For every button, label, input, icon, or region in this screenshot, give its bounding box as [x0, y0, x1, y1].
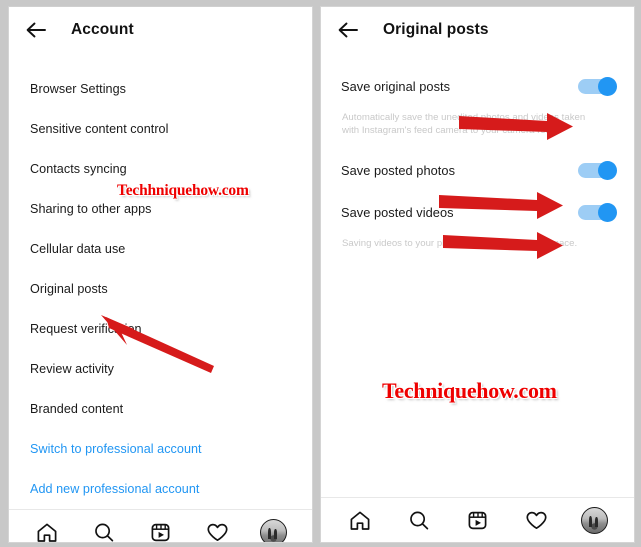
- list-item-label: Switch to professional account: [30, 442, 202, 456]
- nav-profile-avatar[interactable]: [578, 504, 612, 536]
- left-bottom-nav: [9, 509, 312, 542]
- setting-label: Save posted photos: [341, 162, 456, 178]
- list-item-label: Browser Settings: [30, 82, 126, 96]
- nav-profile-avatar[interactable]: [257, 516, 291, 542]
- list-item-label: Add new professional account: [30, 482, 200, 496]
- back-arrow-icon[interactable]: [23, 17, 49, 43]
- back-arrow-icon[interactable]: [335, 17, 361, 43]
- setting-save-original-posts[interactable]: Save original posts: [321, 67, 634, 105]
- list-item-label: Review activity: [30, 362, 115, 376]
- setting-save-posted-videos[interactable]: Save posted videos: [321, 193, 634, 231]
- account-settings-list: Browser Settings Sensitive content contr…: [9, 53, 312, 509]
- setting-label: Save posted videos: [341, 204, 454, 220]
- list-item-branded-content[interactable]: Branded content: [9, 389, 312, 429]
- nav-heart-icon[interactable]: [519, 504, 553, 536]
- toggle-knob: [598, 76, 617, 96]
- list-item-add-new-professional-account[interactable]: Add new professional account: [9, 469, 312, 509]
- setting-label: Save original posts: [341, 78, 451, 94]
- list-item-request-verification[interactable]: Request verification: [9, 309, 312, 349]
- list-item-label: Original posts: [30, 282, 108, 296]
- right-header: Original posts: [321, 7, 634, 53]
- screenshot-stage: Account Browser Settings Sensitive conte…: [0, 0, 641, 547]
- list-item-original-posts[interactable]: Original posts: [9, 269, 312, 309]
- avatar: [581, 506, 609, 534]
- right-bottom-nav: [321, 497, 634, 542]
- list-item-cellular-data-use[interactable]: Cellular data use: [9, 229, 312, 269]
- helper-save-original-posts: Automatically save the unedited photos a…: [342, 112, 586, 137]
- list-item-label: Contacts syncing: [30, 162, 127, 176]
- list-item-browser-settings[interactable]: Browser Settings: [9, 69, 312, 109]
- toggle-knob: [598, 202, 617, 222]
- page-title: Account: [71, 21, 134, 38]
- nav-search-icon[interactable]: [402, 504, 436, 536]
- list-item-label: Sharing to other apps: [30, 202, 152, 216]
- setting-save-posted-photos[interactable]: Save posted photos: [321, 151, 634, 189]
- toggle-knob: [598, 160, 617, 180]
- list-item-label: Request verification: [30, 322, 142, 336]
- avatar: [260, 518, 288, 542]
- watermark-right: Techniquehow.com: [382, 378, 557, 403]
- nav-search-icon[interactable]: [87, 516, 121, 542]
- list-item-sensitive-content-control[interactable]: Sensitive content control: [9, 109, 312, 149]
- list-item-label: Cellular data use: [30, 242, 126, 256]
- toggle-save-posted-photos[interactable]: [578, 160, 617, 180]
- list-item-switch-to-professional-account[interactable]: Switch to professional account: [9, 429, 312, 469]
- original-posts-settings: Save original posts Automatically save t…: [321, 53, 634, 497]
- helper-save-posted-videos: Saving videos to your phone uses more st…: [342, 238, 578, 250]
- toggle-save-posted-videos[interactable]: [578, 202, 617, 222]
- list-item-label: Branded content: [30, 402, 124, 416]
- list-item-review-activity[interactable]: Review activity: [9, 349, 312, 389]
- watermark-left: Techhniquehow.com: [117, 182, 249, 199]
- page-title: Original posts: [383, 21, 489, 38]
- toggle-save-original-posts[interactable]: [578, 76, 617, 96]
- nav-reels-icon[interactable]: [143, 516, 177, 542]
- list-item-label: Sensitive content control: [30, 122, 169, 136]
- account-screen: Account Browser Settings Sensitive conte…: [8, 6, 313, 543]
- nav-home-icon[interactable]: [30, 516, 64, 542]
- nav-heart-icon[interactable]: [200, 516, 234, 542]
- original-posts-screen: Original posts Save original posts Autom…: [320, 6, 635, 543]
- left-header: Account: [9, 7, 312, 53]
- nav-reels-icon[interactable]: [460, 504, 494, 536]
- nav-home-icon[interactable]: [343, 504, 377, 536]
